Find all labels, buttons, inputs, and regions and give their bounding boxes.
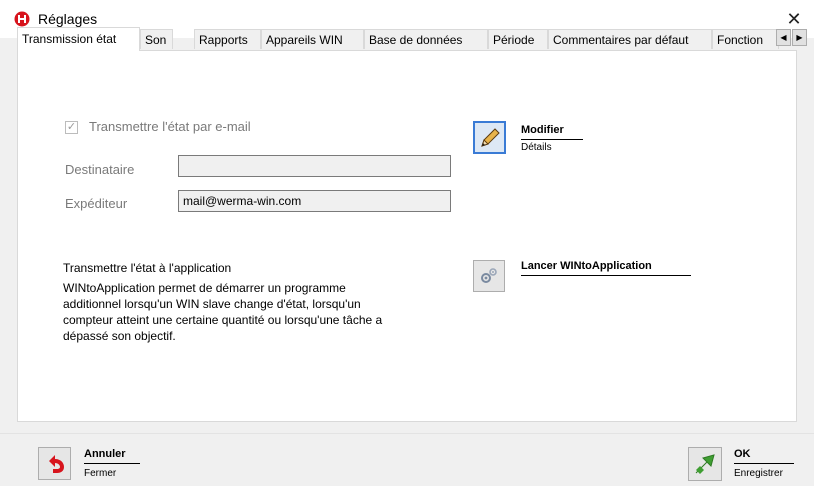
app-section-heading: Transmettre l'état à l'application bbox=[63, 261, 232, 275]
modify-subtitle: Détails bbox=[521, 142, 552, 153]
cancel-button[interactable] bbox=[38, 447, 71, 480]
pencil-icon bbox=[480, 127, 500, 147]
cancel-subtitle: Fermer bbox=[84, 468, 117, 479]
tab-fonction[interactable]: Fonction bbox=[712, 29, 779, 49]
green-arrow-icon bbox=[695, 454, 715, 474]
modify-divider bbox=[521, 139, 583, 140]
ok-button[interactable] bbox=[688, 447, 722, 481]
sender-label: Expéditeur bbox=[65, 196, 128, 211]
bottom-bar: Annuler Fermer OK Enregistrer bbox=[0, 433, 814, 486]
ok-divider bbox=[734, 463, 794, 464]
modify-title[interactable]: Modifier bbox=[521, 124, 564, 136]
tab-transmission-etat[interactable]: Transmission état bbox=[17, 27, 140, 51]
tab-strip: Transmission état Son Rapports Appareils… bbox=[17, 27, 814, 51]
tab-base-de-donnees[interactable]: Base de données bbox=[364, 29, 488, 49]
ok-title[interactable]: OK bbox=[734, 448, 751, 460]
tab-scroll-right-button[interactable]: ▶ bbox=[792, 29, 807, 46]
description-line: additionnel lorsqu'un WIN slave change d… bbox=[63, 297, 361, 311]
window-title: Réglages bbox=[38, 11, 98, 27]
tab-son[interactable]: Son bbox=[140, 29, 173, 49]
launch-wintoapplication-title[interactable]: Lancer WINtoApplication bbox=[521, 260, 652, 272]
werma-logo-icon bbox=[14, 11, 30, 27]
tab-appareils-win[interactable]: Appareils WIN bbox=[261, 29, 364, 49]
tab-scroll-left-button[interactable]: ◀ bbox=[776, 29, 791, 46]
launch-wintoapplication-button[interactable] bbox=[473, 260, 505, 292]
email-checkbox-label: Transmettre l'état par e-mail bbox=[89, 119, 251, 134]
recipient-label: Destinataire bbox=[65, 162, 135, 177]
cancel-title[interactable]: Annuler bbox=[84, 448, 126, 460]
chevron-left-icon: ◀ bbox=[780, 33, 787, 42]
recipient-field[interactable] bbox=[178, 155, 451, 177]
gears-icon bbox=[481, 268, 497, 283]
launch-divider bbox=[521, 275, 691, 276]
checkmark-icon: ✓ bbox=[66, 121, 77, 133]
app-section-description: WINtoApplication permet de démarrer un p… bbox=[63, 280, 463, 344]
sender-field[interactable]: mail@werma-win.com bbox=[178, 190, 451, 212]
modify-button[interactable] bbox=[473, 121, 506, 154]
tab-panel: ✓ Transmettre l'état par e-mail Destinat… bbox=[17, 50, 797, 422]
tab-rapports[interactable]: Rapports bbox=[194, 29, 261, 49]
tab-periode[interactable]: Période bbox=[488, 29, 548, 49]
description-line: dépassé son objectif. bbox=[63, 329, 176, 343]
undo-arrow-icon bbox=[48, 454, 64, 473]
email-checkbox[interactable]: ✓ bbox=[65, 121, 78, 134]
cancel-divider bbox=[84, 463, 140, 464]
description-line: compteur atteint une certaine quantité o… bbox=[63, 313, 383, 327]
tab-commentaires-par-defaut[interactable]: Commentaires par défaut bbox=[548, 29, 712, 49]
ok-subtitle: Enregistrer bbox=[734, 468, 783, 479]
description-line: WINtoApplication permet de démarrer un p… bbox=[63, 281, 346, 295]
chevron-right-icon: ▶ bbox=[796, 33, 803, 42]
